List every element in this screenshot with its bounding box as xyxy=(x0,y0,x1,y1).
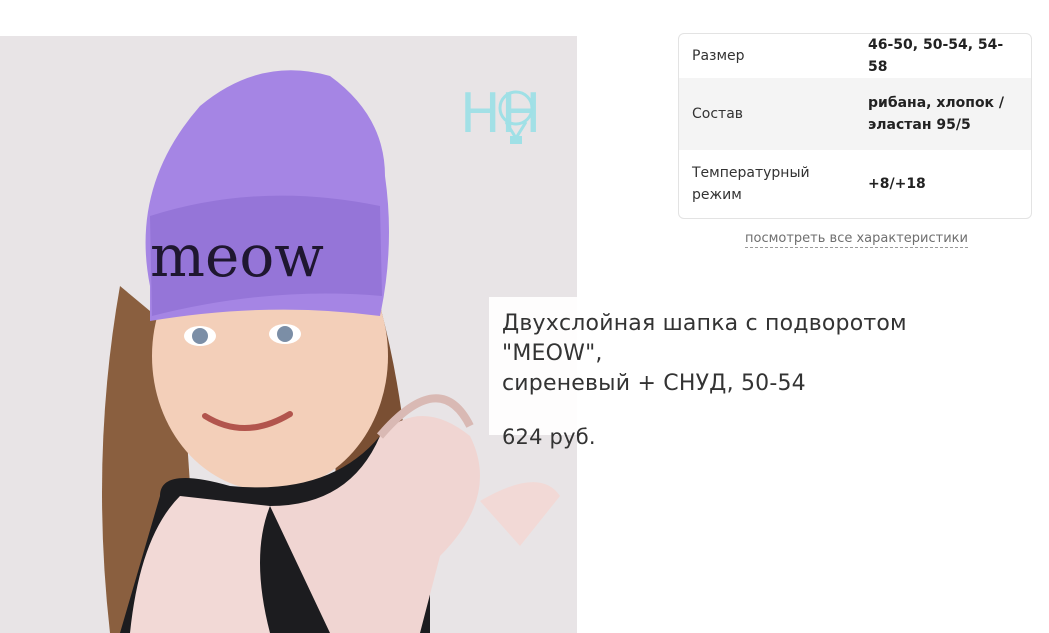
brand-logo: HH xyxy=(460,82,541,145)
spec-value-size: 46-50, 50-54, 54-58 xyxy=(868,37,1004,75)
spec-value-composition-line1: рибана, хлопок / xyxy=(868,95,1005,111)
product-caption: Двухслойная шапка с подворотом "MEOW", с… xyxy=(489,297,1011,449)
spec-row-size: Размер 46-50, 50-54, 54-58 xyxy=(679,34,1031,78)
spec-value-composition-line2: эластан 95/5 xyxy=(868,117,971,133)
specs-table: Размер 46-50, 50-54, 54-58 Состав рибана… xyxy=(678,33,1032,219)
all-specs-link[interactable]: посмотреть все характеристики xyxy=(745,230,968,248)
spec-row-temperature: Температурный режим +8/+18 xyxy=(679,150,1031,218)
spec-key-temperature-line2: режим xyxy=(692,187,742,203)
hat-print-text: meow xyxy=(150,222,324,290)
product-title: Двухслойная шапка с подворотом "MEOW", с… xyxy=(502,309,998,399)
spec-key-composition: Состав xyxy=(692,106,744,122)
spec-row-composition: Состав рибана, хлопок / эластан 95/5 xyxy=(679,78,1031,150)
spec-value-temperature: +8/+18 xyxy=(868,176,926,192)
spec-key-temperature-line1: Температурный xyxy=(692,165,810,181)
product-title-line1: Двухслойная шапка с подворотом "MEOW", xyxy=(502,311,907,366)
product-title-line2: сиреневый + СНУД, 50-54 xyxy=(502,371,806,396)
spec-key-size: Размер xyxy=(692,48,745,64)
product-price: 624 руб. xyxy=(502,425,596,449)
spec-key-temperature: Температурный режим xyxy=(692,162,868,206)
spec-value-composition: рибана, хлопок / эластан 95/5 xyxy=(868,92,1017,136)
